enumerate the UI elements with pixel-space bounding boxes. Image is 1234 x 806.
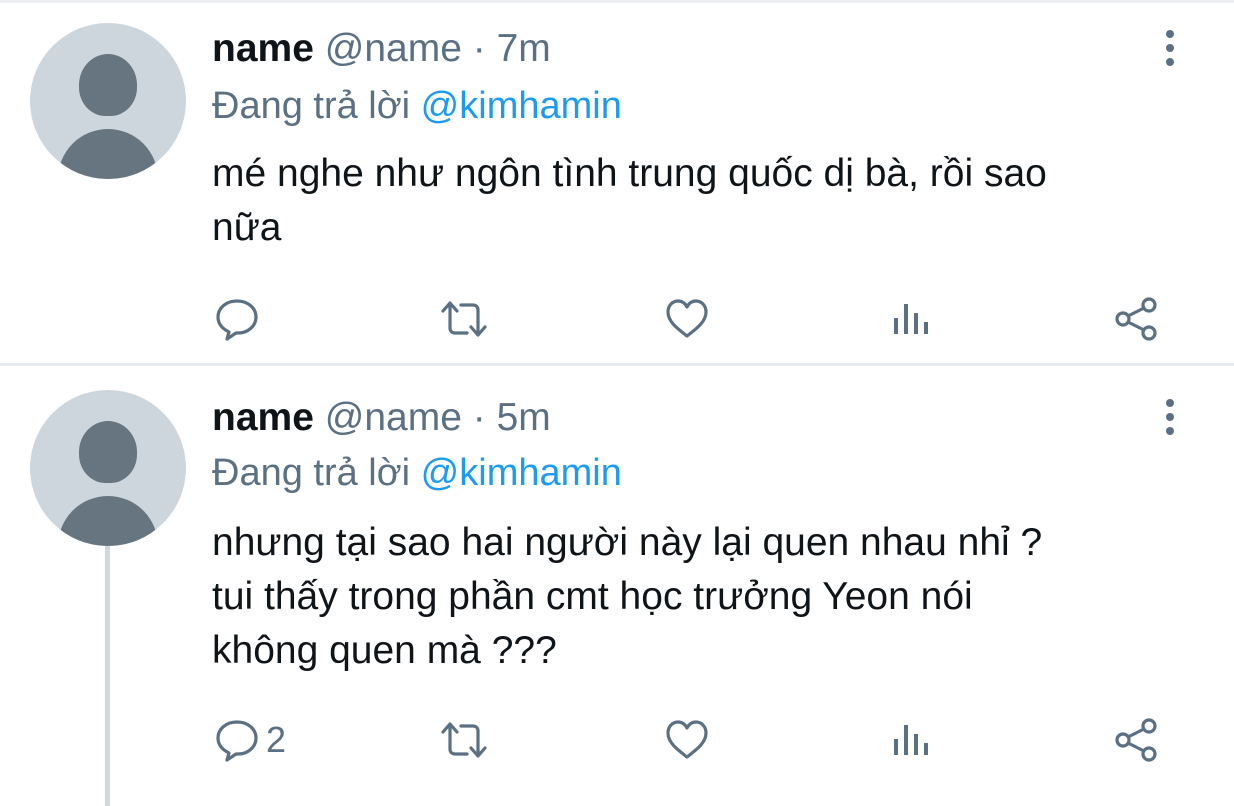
reply-button[interactable] <box>214 291 266 347</box>
timestamp[interactable]: 5m <box>497 396 551 439</box>
analytics-icon <box>894 304 928 334</box>
like-button[interactable] <box>664 712 710 768</box>
handle[interactable]: @name <box>325 27 462 70</box>
avatar-head <box>79 54 137 116</box>
timestamp[interactable]: 7m <box>497 27 551 70</box>
reply-count: 2 <box>266 719 287 760</box>
more-icon[interactable] <box>1158 27 1182 71</box>
action-bar <box>0 291 1234 347</box>
dot-separator: · <box>472 396 486 439</box>
handle[interactable]: @name <box>325 396 462 439</box>
dot-separator: · <box>472 27 486 70</box>
analytics-icon <box>894 725 928 755</box>
reply-icon <box>216 720 258 762</box>
avatar[interactable] <box>30 23 186 179</box>
avatar-body <box>58 496 158 546</box>
avatar-body <box>58 129 158 179</box>
avatar[interactable] <box>30 390 186 546</box>
retweet-icon <box>441 722 487 758</box>
action-bar: 2 <box>0 712 1234 768</box>
share-button[interactable] <box>1114 712 1160 768</box>
like-button[interactable] <box>664 291 710 347</box>
replying-to: Đang trả lời @kimhamin <box>212 83 622 129</box>
display-name[interactable]: name <box>212 396 314 439</box>
reply-icon <box>216 299 258 341</box>
share-icon <box>1115 297 1157 341</box>
retweet-button[interactable] <box>439 712 489 768</box>
like-icon <box>666 720 708 759</box>
tweet-header: name @name · 7m <box>212 27 551 71</box>
more-icon[interactable] <box>1158 396 1182 440</box>
replying-label: Đang trả lời <box>212 85 411 127</box>
retweet-button[interactable] <box>439 291 489 347</box>
retweet-icon <box>441 301 487 337</box>
share-button[interactable] <box>1114 291 1160 347</box>
tweet[interactable]: name @name · 7m Đang trả lời @kimhamin m… <box>0 3 1234 363</box>
replying-label: Đang trả lời <box>212 452 411 494</box>
analytics-button[interactable] <box>889 712 935 768</box>
mention-link[interactable]: @kimhamin <box>421 85 622 127</box>
mention-link[interactable]: @kimhamin <box>421 452 622 494</box>
replying-to: Đang trả lời @kimhamin <box>212 450 622 496</box>
like-icon <box>666 299 708 338</box>
display-name[interactable]: name <box>212 27 314 70</box>
avatar-head <box>79 421 137 483</box>
tweet[interactable]: name @name · 5m Đang trả lời @kimhamin n… <box>0 366 1234 806</box>
share-icon <box>1115 718 1157 762</box>
tweet-text: nhưng tại sao hai người này lại quen nha… <box>212 521 1043 672</box>
tweet-header: name @name · 5m <box>212 396 551 440</box>
analytics-button[interactable] <box>889 291 935 347</box>
tweet-text: mé nghe như ngôn tình trung quốc dị bà, … <box>212 152 1047 249</box>
reply-button[interactable]: 2 <box>214 712 286 768</box>
